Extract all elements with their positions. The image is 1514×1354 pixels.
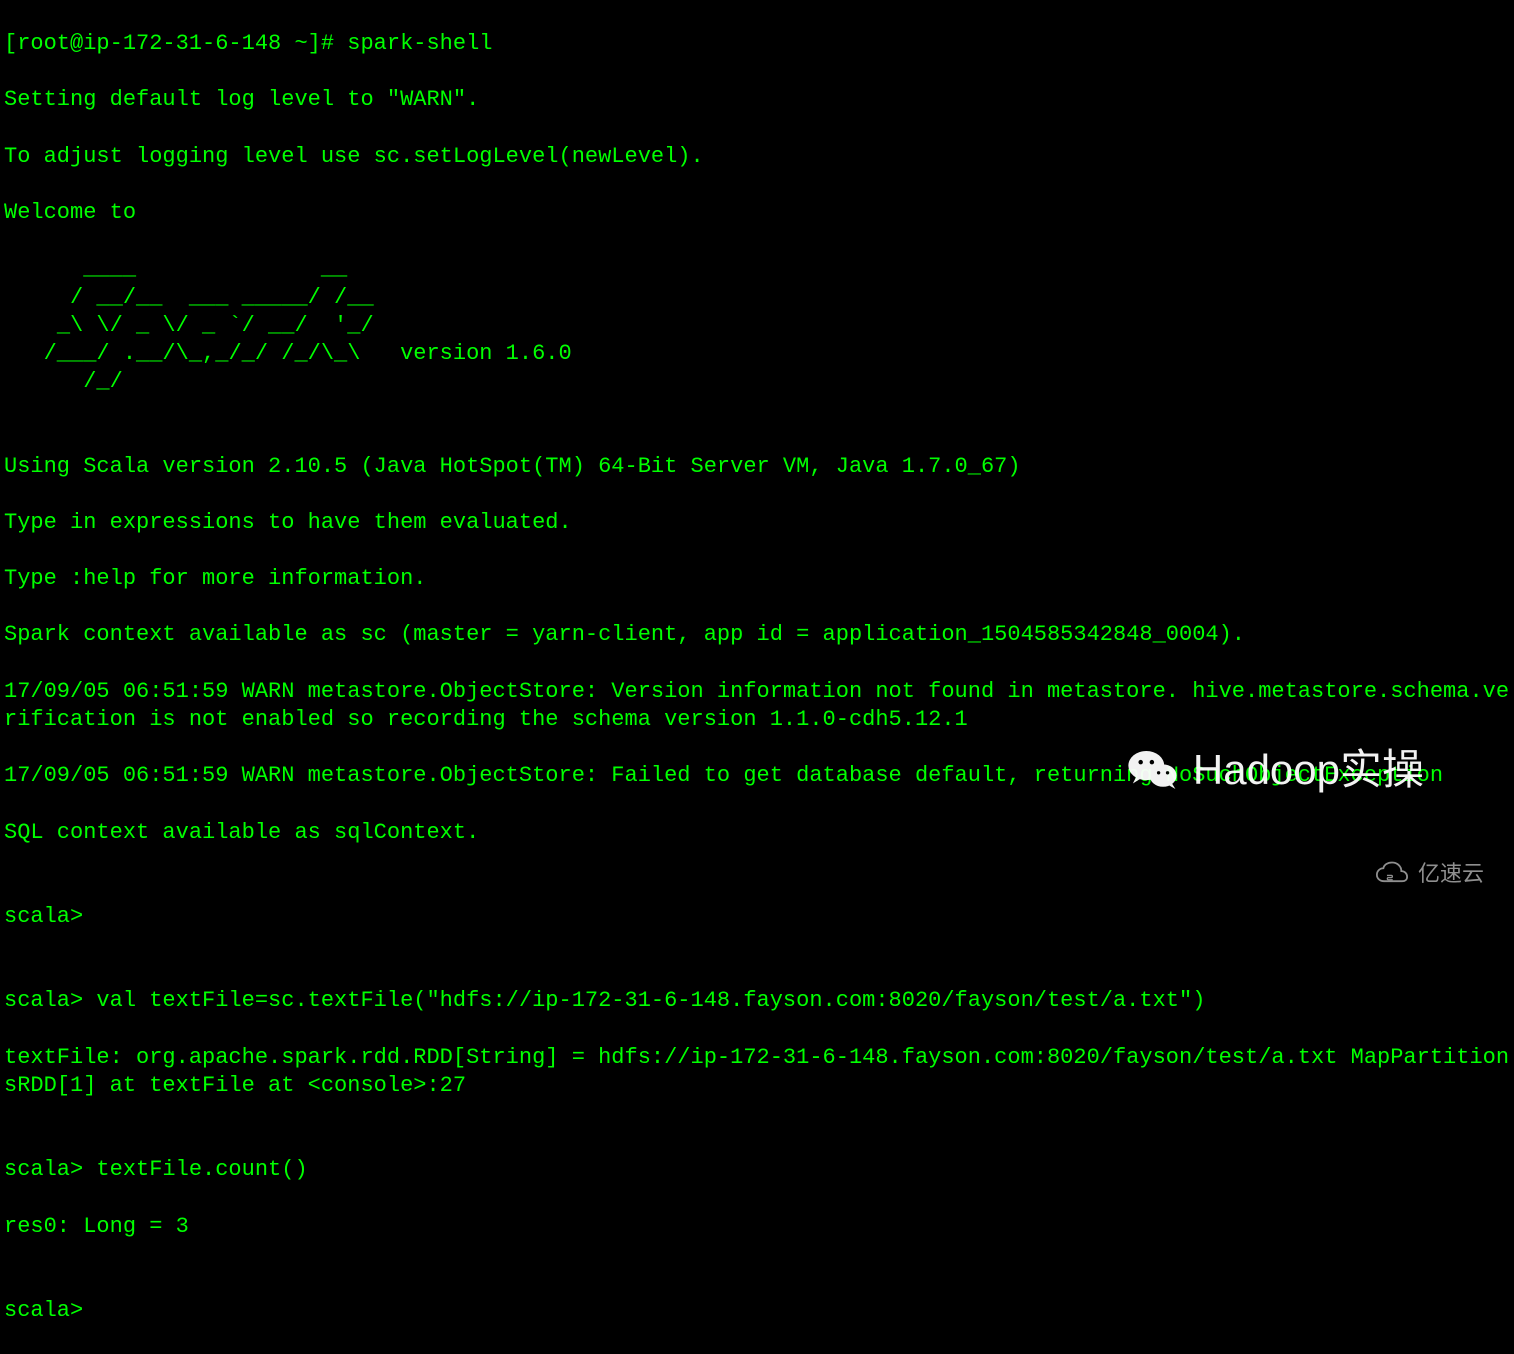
spark-context-line: Spark context available as sc (master = … [4,621,1510,649]
spark-ascii-art: ____ __ / __/__ ___ _____/ /__ _\ \/ _ \… [4,255,1510,396]
hadoop-watermark: Hadoop实操 [1125,742,1424,798]
yisuyun-watermark-text: 亿速云 [1418,860,1484,888]
warn-metastore-line: 17/09/05 06:51:59 WARN metastore.ObjectS… [4,678,1510,734]
scala-count-command: scala> textFile.count() [4,1156,1510,1184]
log-level-line: Setting default log level to "WARN". [4,86,1510,114]
hadoop-watermark-text: Hadoop实操 [1193,743,1424,797]
yisuyun-watermark: 亿速云 [1374,860,1484,888]
type-expressions-line: Type in expressions to have them evaluat… [4,509,1510,537]
scala-prompt: scala> [4,903,1510,931]
welcome-line: Welcome to [4,199,1510,227]
type-help-line: Type :help for more information. [4,565,1510,593]
prompt-command-line: [root@ip-172-31-6-148 ~]# spark-shell [4,30,1510,58]
sql-context-line: SQL context available as sqlContext. [4,819,1510,847]
scala-count-output: res0: Long = 3 [4,1213,1510,1241]
scala-version-line: Using Scala version 2.10.5 (Java HotSpot… [4,453,1510,481]
scala-textfile-output: textFile: org.apache.spark.rdd.RDD[Strin… [4,1044,1510,1100]
cloud-icon [1374,861,1410,887]
log-adjust-line: To adjust logging level use sc.setLogLev… [4,143,1510,171]
wechat-icon [1125,742,1181,798]
terminal-output[interactable]: [root@ip-172-31-6-148 ~]# spark-shell Se… [4,2,1510,1354]
scala-textfile-command: scala> val textFile=sc.textFile("hdfs://… [4,987,1510,1015]
scala-prompt: scala> [4,1297,1510,1325]
